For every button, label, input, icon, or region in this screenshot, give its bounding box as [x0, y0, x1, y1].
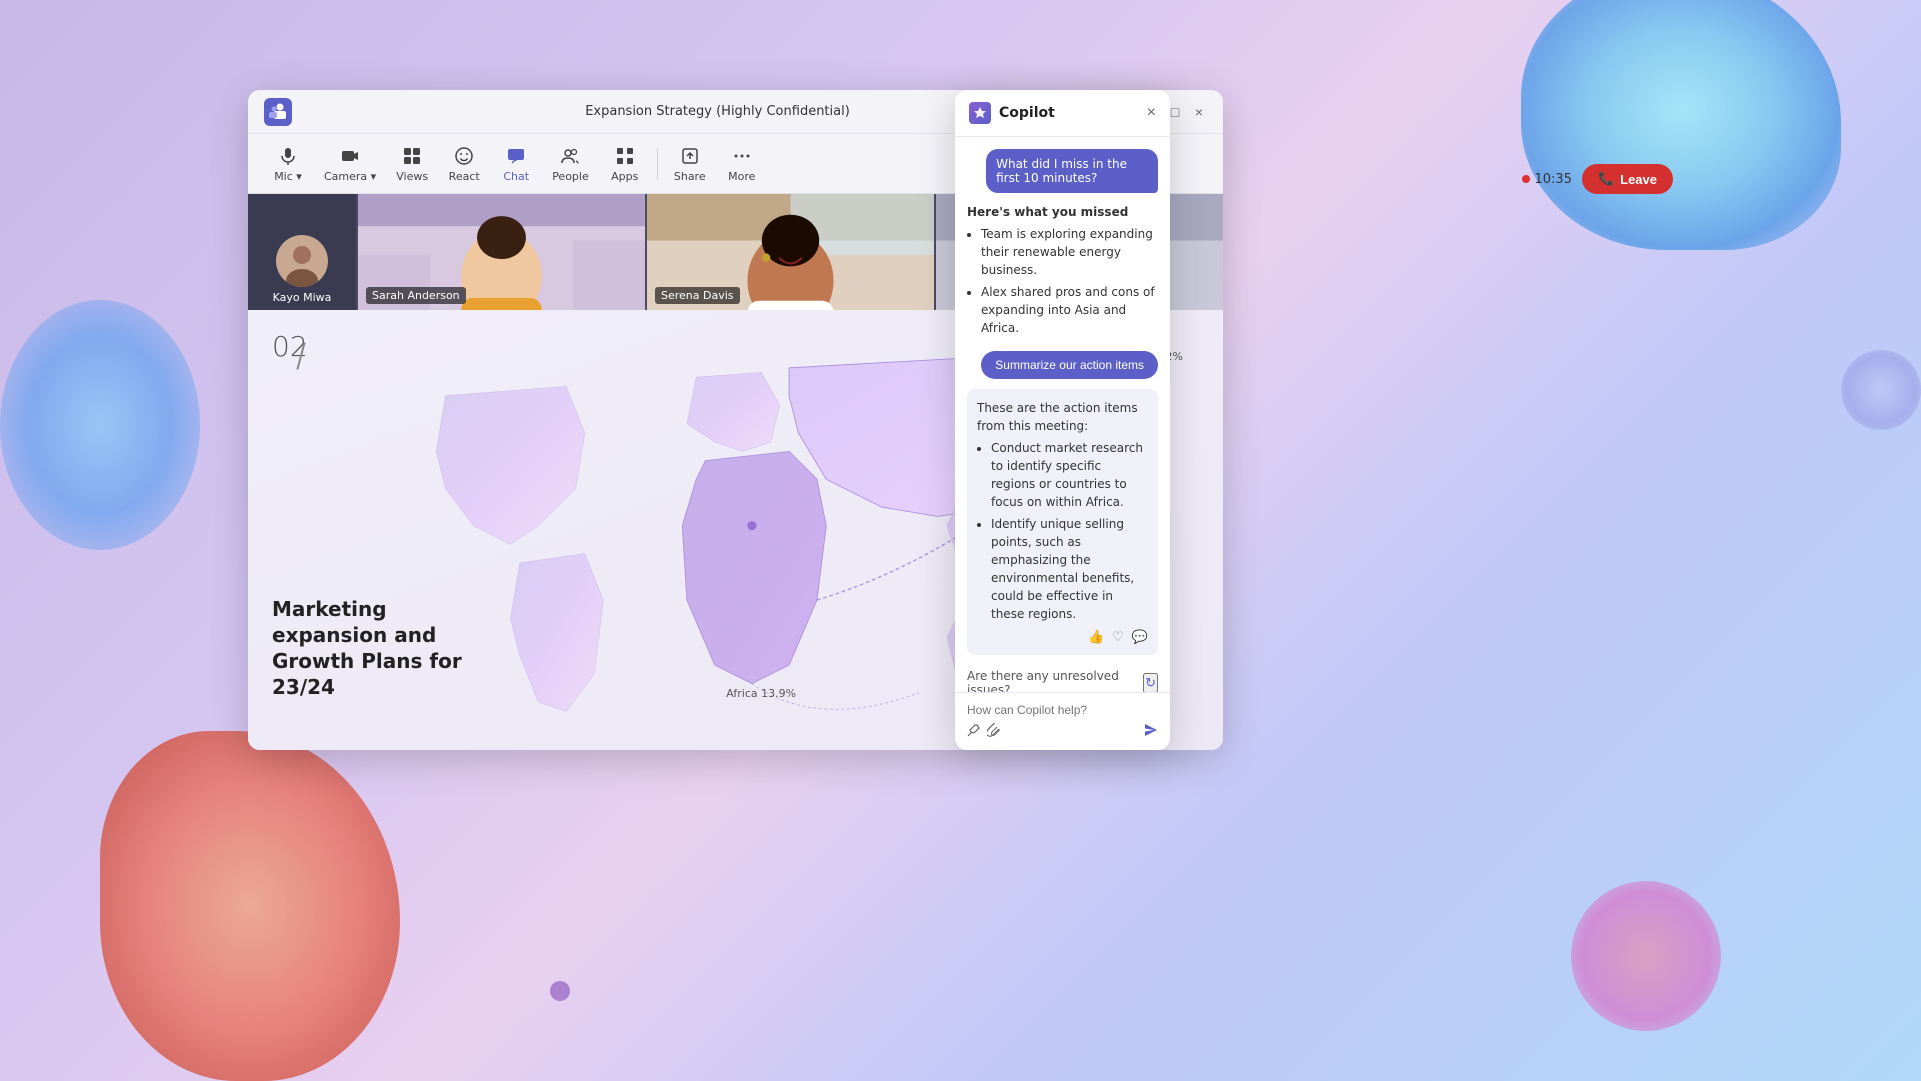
response-bullet-2: Alex shared pros and cons of expanding i… — [981, 283, 1158, 337]
toolbar-views[interactable]: Views — [388, 140, 436, 187]
toolbar-camera[interactable]: Camera ▾ — [316, 140, 384, 187]
participant-self: Kayo Miwa — [248, 194, 358, 310]
response-bullet-1: Team is exploring expanding their renewa… — [981, 225, 1158, 279]
chat-icon — [504, 144, 528, 168]
react-icon — [452, 144, 476, 168]
map-label-africa: Africa 13.9% — [726, 687, 796, 700]
attach-icon-button[interactable] — [987, 723, 1001, 740]
action-response-intro: These are the action items from this mee… — [977, 401, 1138, 433]
copilot-icon — [969, 102, 991, 124]
people-label: People — [552, 170, 589, 183]
toolbar-share[interactable]: Share — [666, 140, 714, 187]
meeting-controls: 10:35 📞 Leave — [1522, 164, 1673, 194]
action-bullet-2: Identify unique selling points, such as … — [991, 515, 1148, 623]
copilot-input-row — [967, 723, 1158, 740]
chat-label: Chat — [503, 170, 529, 183]
avatar-kayo-miwa — [276, 235, 328, 287]
copilot-panel: Copilot × What did I miss in the first 1… — [955, 90, 1170, 750]
share-icon — [678, 144, 702, 168]
toolbar-mic[interactable]: Mic ▾ — [264, 140, 312, 187]
unresolved-label: Are there any unresolved issues? — [967, 669, 1137, 692]
mic-icon — [276, 144, 300, 168]
video-feed-sarah: Sarah Anderson — [358, 194, 647, 310]
heart-button[interactable]: ♡ — [1112, 629, 1124, 645]
meeting-time: 10:35 — [1534, 172, 1571, 187]
bg-decoration-bottom-left — [100, 731, 400, 1081]
apps-icon — [613, 144, 637, 168]
leave-label: Leave — [1620, 172, 1657, 187]
time-display: 10:35 — [1522, 172, 1571, 187]
send-button[interactable] — [1144, 723, 1158, 740]
name-badge-sarah: Sarah Anderson — [366, 287, 466, 304]
leave-button[interactable]: 📞 Leave — [1582, 164, 1673, 194]
participant-name-kayo: Kayo Miwa — [273, 291, 332, 304]
response-intro: Here's what you missed — [967, 205, 1128, 219]
copilot-input-field[interactable] — [967, 703, 1158, 717]
action-response-bullets-list: Conduct market research to identify spec… — [977, 439, 1148, 623]
close-button[interactable]: × — [1191, 104, 1207, 120]
copilot-body: What did I miss in the first 10 minutes?… — [955, 137, 1170, 692]
share-label: Share — [674, 170, 706, 183]
camera-icon — [338, 144, 362, 168]
mic-label: Mic ▾ — [274, 170, 302, 183]
toolbar-people[interactable]: People — [544, 140, 597, 187]
toolbar-chat[interactable]: Chat — [492, 140, 540, 187]
unresolved-issues-row: Are there any unresolved issues? ↻ — [967, 665, 1158, 692]
views-label: Views — [396, 170, 428, 183]
camera-label: Camera ▾ — [324, 170, 376, 183]
bg-decoration-left-mid — [0, 300, 200, 550]
name-badge-serena: Serena Davis — [655, 287, 740, 304]
people-icon — [558, 144, 582, 168]
copilot-title: Copilot — [999, 105, 1055, 121]
response-bullets-list: Team is exploring expanding their renewa… — [967, 225, 1158, 337]
bg-decoration-top-right — [1521, 0, 1841, 250]
action-response-box: These are the action items from this mee… — [967, 389, 1158, 655]
copilot-response: Here's what you missed Team is exploring… — [967, 203, 1158, 341]
input-icons-group — [967, 723, 1001, 740]
bg-decoration-right-mid — [1841, 350, 1921, 430]
recording-indicator — [1522, 175, 1530, 183]
user-message-bubble: What did I miss in the first 10 minutes? — [986, 149, 1158, 193]
copilot-header: Copilot × — [955, 90, 1170, 137]
apps-label: Apps — [611, 170, 638, 183]
bg-decoration-dot — [550, 981, 570, 1001]
toolbar-more[interactable]: More — [718, 140, 766, 187]
thumbs-up-button[interactable]: 👍 — [1088, 629, 1104, 645]
views-icon — [400, 144, 424, 168]
teams-logo-icon — [264, 98, 292, 126]
more-label: More — [728, 170, 755, 183]
react-label: React — [449, 170, 480, 183]
response-feedback-row: 👍 ♡ 💬 — [977, 629, 1148, 645]
toolbar-separator — [657, 148, 658, 180]
comment-button[interactable]: 💬 — [1132, 629, 1148, 645]
slide-title: Marketing expansion and Growth Plans for… — [272, 596, 472, 700]
video-feed-serena: Serena Davis — [647, 194, 936, 310]
copilot-header-left: Copilot — [969, 102, 1055, 124]
title-bar-left — [264, 98, 292, 126]
tools-icon-button[interactable] — [967, 723, 981, 740]
toolbar-react[interactable]: React — [440, 140, 488, 187]
bg-decoration-bottom-right — [1571, 881, 1721, 1031]
copilot-close-button[interactable]: × — [1147, 104, 1156, 122]
refresh-button[interactable]: ↻ — [1143, 673, 1158, 692]
copilot-input-area — [955, 692, 1170, 750]
action-bullet-1: Conduct market research to identify spec… — [991, 439, 1148, 511]
toolbar-apps[interactable]: Apps — [601, 140, 649, 187]
summarize-action-button[interactable]: Summarize our action items — [981, 351, 1158, 379]
more-icon — [730, 144, 754, 168]
leave-phone-icon: 📞 — [1598, 171, 1614, 187]
window-title: Expansion Strategy (Highly Confidential) — [585, 104, 850, 119]
